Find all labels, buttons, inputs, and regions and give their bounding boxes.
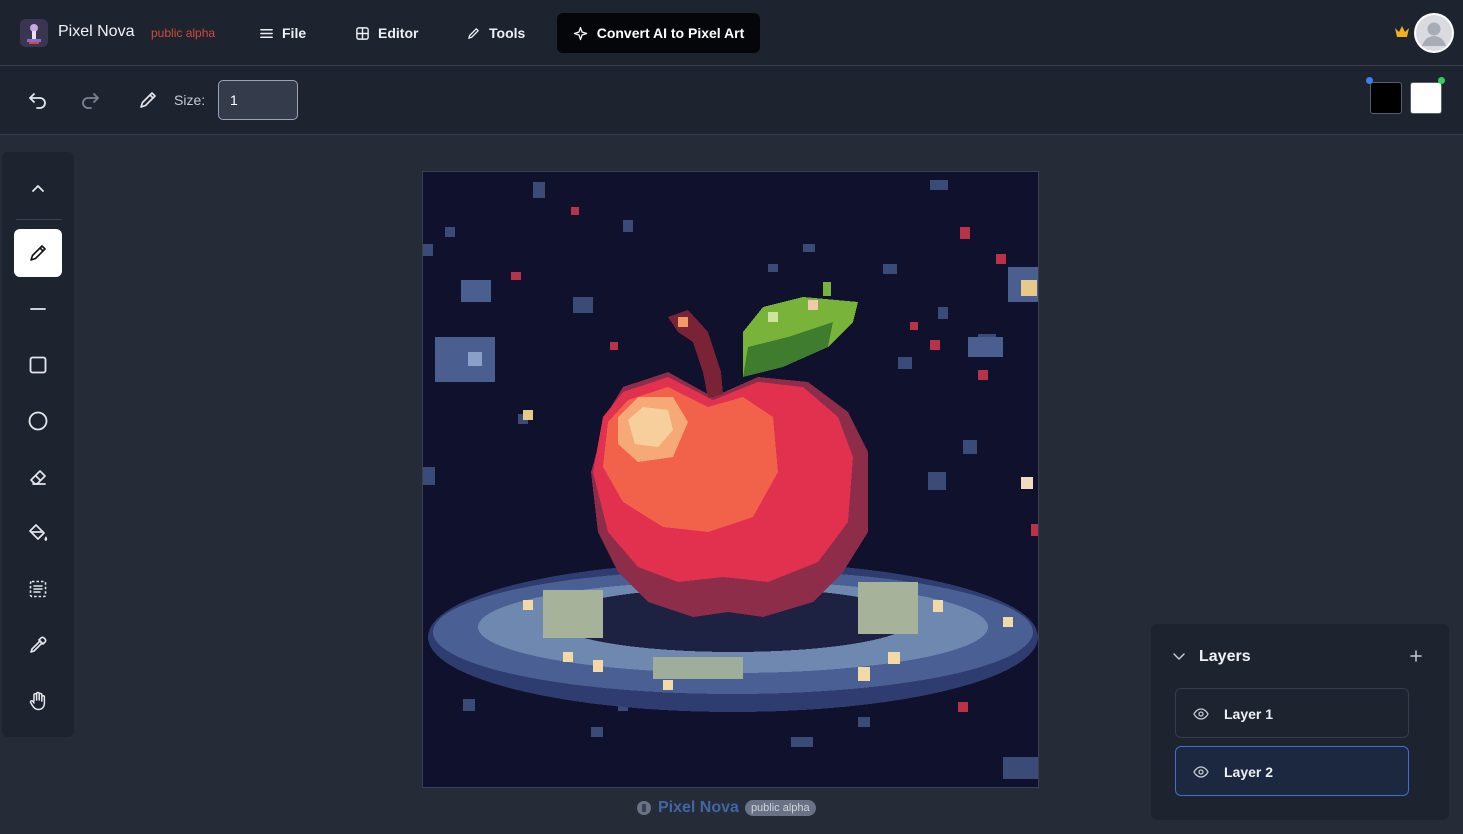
- pencil-tool-button[interactable]: [14, 229, 62, 277]
- line-icon: [30, 308, 46, 310]
- fill-tool-button[interactable]: [14, 509, 62, 557]
- hand-icon: [29, 691, 46, 711]
- brush-size-label: Size:: [174, 92, 206, 108]
- chevron-down-icon[interactable]: [1171, 648, 1187, 664]
- eye-icon[interactable]: [1193, 764, 1209, 780]
- circle-tool-button[interactable]: [14, 397, 62, 445]
- select-tool-button[interactable]: [14, 565, 62, 613]
- menu-icon: [260, 28, 273, 38]
- eyedropper-icon: [30, 636, 47, 653]
- footer-app-name: Pixel Nova: [658, 799, 739, 816]
- top-navigation-bar: Pixel Nova public alpha File Editor Tool…: [0, 0, 1463, 66]
- tool-options-bar: Size:: [0, 66, 1463, 135]
- chevron-up-icon: [32, 185, 44, 192]
- grid-icon: [356, 26, 369, 40]
- app-name: Pixel Nova: [58, 23, 135, 40]
- footer-brand: Pixel Nova public alpha: [636, 799, 816, 817]
- pixel-canvas[interactable]: [422, 171, 1039, 788]
- pixel-art-apple-image: [423, 172, 1038, 787]
- pencil-icon: [30, 245, 46, 261]
- secondary-color-indicator: [1438, 77, 1445, 84]
- layers-panel: Layers Layer 1 Layer 2: [1151, 624, 1449, 820]
- crown-icon: [1394, 24, 1410, 38]
- convert-ai-label: Convert AI to Pixel Art: [596, 25, 745, 41]
- layer-row[interactable]: Layer 2: [1175, 746, 1409, 796]
- square-icon: [29, 356, 47, 374]
- alpha-badge: public alpha: [151, 26, 216, 40]
- footer-alpha-badge: public alpha: [744, 800, 816, 816]
- eyedropper-tool-button[interactable]: [14, 621, 62, 669]
- redo-icon[interactable]: [79, 89, 101, 111]
- add-layer-icon[interactable]: [1408, 648, 1424, 664]
- tools-menu-button[interactable]: Tools: [466, 22, 525, 44]
- layers-title: Layers: [1199, 648, 1251, 665]
- primary-color-indicator: [1366, 77, 1373, 84]
- editor-menu-button[interactable]: Editor: [355, 22, 418, 44]
- layer-name: Layer 2: [1224, 764, 1274, 780]
- footer-logo-icon: [637, 801, 651, 815]
- pencil-icon: [468, 27, 479, 39]
- user-avatar[interactable]: [1414, 13, 1454, 53]
- secondary-color-swatch[interactable]: [1410, 82, 1442, 114]
- brush-size-input[interactable]: [218, 80, 298, 120]
- rectangle-tool-button[interactable]: [14, 341, 62, 389]
- primary-color-swatch[interactable]: [1370, 82, 1402, 114]
- paint-bucket-icon: [29, 524, 48, 541]
- collapse-tools-button[interactable]: [14, 164, 62, 212]
- app-logo-icon[interactable]: [20, 19, 48, 47]
- current-tool-pencil-icon: [137, 89, 159, 111]
- selection-icon: [29, 580, 47, 598]
- pan-tool-button[interactable]: [14, 677, 62, 725]
- eraser-tool-button[interactable]: [14, 453, 62, 501]
- layer-name: Layer 1: [1224, 706, 1274, 722]
- editor-menu-label: Editor: [378, 25, 419, 41]
- file-menu-button[interactable]: File: [259, 22, 306, 44]
- circle-icon: [28, 411, 48, 431]
- tools-menu-label: Tools: [489, 25, 526, 41]
- undo-icon[interactable]: [27, 89, 49, 111]
- eraser-icon: [30, 470, 46, 485]
- file-menu-label: File: [282, 25, 307, 41]
- convert-ai-button[interactable]: Convert AI to Pixel Art: [557, 13, 760, 53]
- line-tool-button[interactable]: [14, 285, 62, 333]
- sparkle-icon: [573, 26, 587, 40]
- eye-icon[interactable]: [1193, 706, 1209, 722]
- tool-panel-divider: [16, 219, 62, 220]
- tool-panel: [2, 152, 74, 737]
- layer-row[interactable]: Layer 1: [1175, 688, 1409, 738]
